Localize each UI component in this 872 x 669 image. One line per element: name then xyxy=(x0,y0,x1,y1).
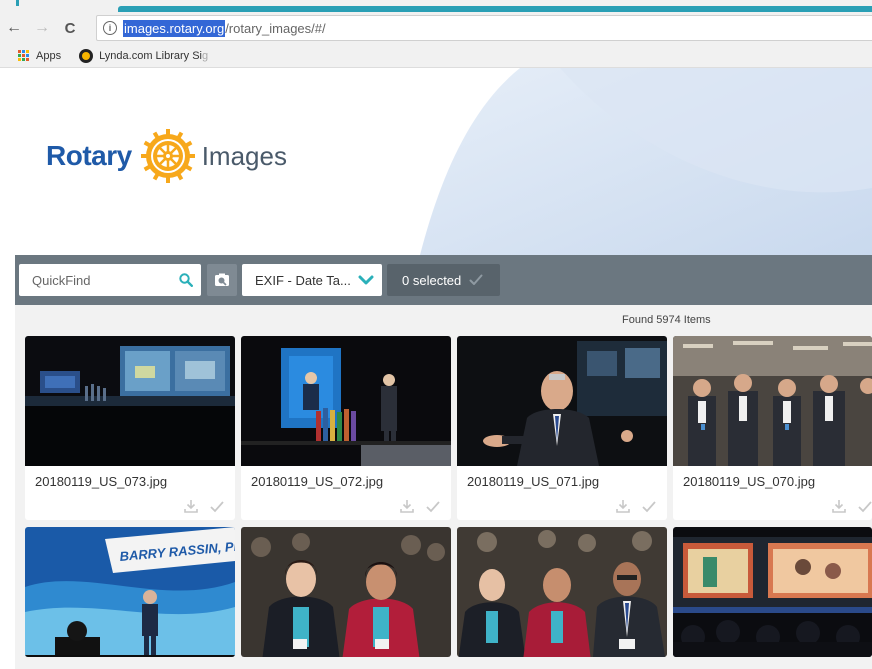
image-thumbnail[interactable] xyxy=(457,527,667,657)
image-card[interactable]: 20180119_US_073.jpg xyxy=(25,336,235,520)
image-thumbnail[interactable] xyxy=(673,336,872,466)
camera-search-icon xyxy=(215,273,229,286)
bookmark-apps[interactable]: Apps xyxy=(18,50,61,62)
selection-count-label: 0 selected xyxy=(402,272,462,288)
logo-word: Rotary xyxy=(46,140,132,171)
apps-grid-icon xyxy=(18,50,29,61)
download-icon[interactable] xyxy=(615,498,631,514)
bookmark-label: Lynda.com Library Si xyxy=(99,49,202,62)
results-count: Found 5974 Items xyxy=(622,314,711,326)
image-card[interactable] xyxy=(241,527,451,657)
browser-toolbar: ← → C i images.rotary.org /rotary_images… xyxy=(0,12,872,44)
image-thumbnail[interactable] xyxy=(673,527,872,657)
address-bar[interactable]: i images.rotary.org /rotary_images/#/ xyxy=(96,15,872,41)
select-check-icon[interactable] xyxy=(209,498,225,514)
rotary-images-logo[interactable]: Rotary Images xyxy=(46,128,287,184)
image-card[interactable]: 20180119_US_070.jpg xyxy=(673,336,872,520)
bookmarks-bar: Apps Lynda.com Library Si g xyxy=(0,44,872,68)
image-card[interactable]: 20180119_US_072.jpg xyxy=(241,336,451,520)
image-filename: 20180119_US_073.jpg xyxy=(35,474,168,489)
url-path: /rotary_images/#/ xyxy=(225,20,326,36)
logo-suffix: Images xyxy=(201,140,287,171)
card-caption: 20180119_US_070.jpg xyxy=(673,466,872,520)
lynda-icon xyxy=(79,48,94,63)
image-card[interactable] xyxy=(673,527,872,657)
quickfind-placeholder: QuickFind xyxy=(32,272,91,288)
rotary-wheel-icon xyxy=(140,129,195,183)
search-toolbar: QuickFind EXIF - Date Ta... 0 selected xyxy=(15,255,872,305)
image-thumbnail[interactable] xyxy=(241,336,451,466)
image-filename: 20180119_US_071.jpg xyxy=(467,474,600,489)
download-icon[interactable] xyxy=(183,498,199,514)
image-thumbnail[interactable]: BARRY RASSIN, PRES xyxy=(25,527,235,657)
sort-field-value: EXIF - Date Ta... xyxy=(255,272,351,288)
image-card[interactable] xyxy=(457,527,667,657)
check-icon xyxy=(469,274,483,285)
image-card[interactable]: BARRY RASSIN, PRES xyxy=(25,527,235,657)
image-thumbnail[interactable] xyxy=(241,527,451,657)
image-filename: 20180119_US_070.jpg xyxy=(683,474,816,489)
card-caption: 20180119_US_071.jpg xyxy=(457,466,667,520)
chevron-down-icon xyxy=(358,275,374,285)
select-check-icon[interactable] xyxy=(425,498,441,514)
bookmark-lynda[interactable]: Lynda.com Library Si g xyxy=(79,48,209,63)
bookmark-label-fade: g xyxy=(202,49,209,62)
image-search-button[interactable] xyxy=(207,264,237,296)
image-thumbnail[interactable] xyxy=(25,336,235,466)
bookmark-label: Apps xyxy=(36,49,62,62)
quickfind-input[interactable]: QuickFind xyxy=(19,264,201,296)
selection-count-button[interactable]: 0 selected xyxy=(387,264,500,296)
site-header: Rotary Images xyxy=(0,68,872,255)
search-icon[interactable] xyxy=(173,267,199,293)
card-caption: 20180119_US_073.jpg xyxy=(25,466,235,520)
browser-tab-strip xyxy=(0,0,872,12)
download-icon[interactable] xyxy=(399,498,415,514)
download-icon[interactable] xyxy=(831,498,847,514)
forward-button[interactable]: → xyxy=(32,17,52,39)
select-check-icon[interactable] xyxy=(857,498,872,514)
select-check-icon[interactable] xyxy=(641,498,657,514)
url-host: images.rotary.org xyxy=(123,19,226,37)
info-icon[interactable]: i xyxy=(103,21,117,35)
image-filename: 20180119_US_072.jpg xyxy=(251,474,384,489)
sort-field-select[interactable]: EXIF - Date Ta... xyxy=(242,264,382,296)
back-button[interactable]: ← xyxy=(4,17,24,39)
image-thumbnail[interactable] xyxy=(457,336,667,466)
tab-accent xyxy=(16,0,19,6)
card-caption: 20180119_US_072.jpg xyxy=(241,466,451,520)
results-area: Found 5974 Items 20180119_US_073.jpg 201… xyxy=(15,305,872,669)
image-card[interactable]: 20180119_US_071.jpg xyxy=(457,336,667,520)
reload-button[interactable]: C xyxy=(60,17,80,39)
